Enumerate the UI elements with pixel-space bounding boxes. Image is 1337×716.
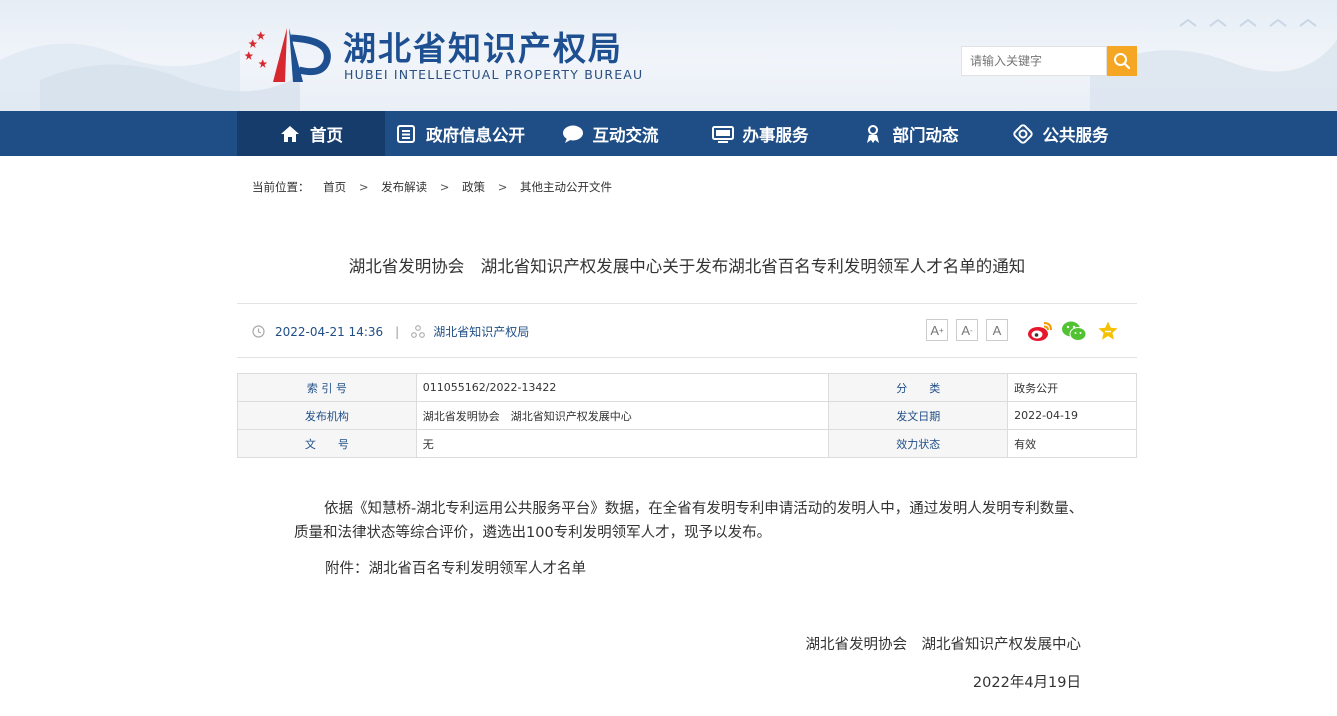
article-body: 依据《知慧桥-湖北专利运用公共服务平台》数据，在全省有发明专利申请活动的发明人中… xyxy=(294,501,1084,541)
nav-item-label: 首页 xyxy=(310,125,343,145)
monitor-icon xyxy=(711,123,734,145)
info-value: 湖北省发明协会 湖北省知识产权发展中心 xyxy=(415,401,830,430)
info-label: 文 号 xyxy=(237,429,417,458)
nav-item-interaction[interactable]: 互动交流 xyxy=(545,111,675,156)
nav-item-label: 办事服务 xyxy=(742,125,809,145)
signature-date: 2022年4月19日 xyxy=(972,675,1081,691)
attachment-link[interactable]: 附件：湖北省百名专利发明领军人才名单 xyxy=(325,557,586,578)
signature-organization: 湖北省发明协会 湖北省知识产权发展中心 xyxy=(805,637,1082,653)
nav-item-public-services[interactable]: 公共服务 xyxy=(995,111,1125,156)
favorite-button[interactable] xyxy=(1095,318,1121,344)
nav-item-dept-news[interactable]: 部门动态 xyxy=(845,111,975,156)
search-icon xyxy=(1114,53,1131,70)
breadcrumb-prefix: 当前位置： xyxy=(252,180,310,194)
wechat-icon xyxy=(1062,321,1087,341)
info-label: 发布机构 xyxy=(237,401,417,430)
nav-item-services[interactable]: 办事服务 xyxy=(695,111,825,156)
table-row: 文 号 无 效力状态 有效 xyxy=(237,429,1137,458)
article-meta: 2022-04-21 14:36 | 湖北省知识产权局 xyxy=(252,323,529,340)
info-value: 2022-04-19 xyxy=(1007,401,1137,430)
info-value: 有效 xyxy=(1007,429,1137,458)
font-size-default-button[interactable]: A xyxy=(986,319,1008,341)
table-row: 发布机构 湖北省发明协会 湖北省知识产权发展中心 发文日期 2022-04-19 xyxy=(237,401,1137,430)
table-row: 索 引 号 011055162/2022-13422 分 类 政务公开 xyxy=(237,373,1137,402)
nav-item-label: 部门动态 xyxy=(892,125,959,145)
info-value: 政务公开 xyxy=(1007,373,1137,402)
publish-datetime: 2022-04-21 14:36 xyxy=(275,324,384,339)
info-value: 无 xyxy=(415,429,830,458)
document-info-table: 索 引 号 011055162/2022-13422 分 类 政务公开 发布机构… xyxy=(237,373,1137,458)
breadcrumb-separator: > xyxy=(439,180,450,194)
nav-item-label: 互动交流 xyxy=(592,125,659,145)
site-subtitle: HUBEI INTELLECTUAL PROPERTY BUREAU xyxy=(344,67,644,82)
favorite-star-icon xyxy=(1098,321,1118,340)
breadcrumb-item-policy[interactable]: 政策 xyxy=(462,180,485,194)
meta-divider: | xyxy=(395,324,400,339)
chat-bubble-icon xyxy=(562,123,584,145)
article-source: 湖北省知识产权局 xyxy=(433,325,530,339)
clock-icon xyxy=(252,325,265,338)
weibo-icon xyxy=(1028,322,1052,341)
article-title: 湖北省发明协会 湖北省知识产权发展中心关于发布湖北省百名专利发明领军人才名单的通… xyxy=(348,257,1026,276)
search-button[interactable] xyxy=(1107,46,1137,76)
info-value: 011055162/2022-13422 xyxy=(415,373,830,402)
nav-item-label: 公共服务 xyxy=(1042,125,1109,145)
nav-item-home[interactable]: 首页 xyxy=(237,111,385,156)
info-label: 效力状态 xyxy=(828,429,1009,458)
breadcrumb-item-other-docs[interactable]: 其他主动公开文件 xyxy=(520,180,612,194)
breadcrumb-item-home[interactable]: 首页 xyxy=(323,180,346,194)
source-icon xyxy=(411,325,426,338)
divider xyxy=(237,357,1137,358)
share-weibo-button[interactable] xyxy=(1027,318,1053,344)
compass-icon xyxy=(1012,123,1034,145)
font-size-decrease-button[interactable]: A- xyxy=(956,319,978,341)
share-wechat-button[interactable] xyxy=(1061,318,1087,344)
nav-item-gov-info[interactable]: 政府信息公开 xyxy=(385,111,535,156)
bureau-logo-icon xyxy=(244,28,331,82)
breadcrumb-separator: > xyxy=(358,180,369,194)
breadcrumb-item-release[interactable]: 发布解读 xyxy=(381,180,427,194)
site-title: 湖北省知识产权局 xyxy=(343,29,623,68)
nav-item-label: 政府信息公开 xyxy=(426,125,525,145)
info-label: 分 类 xyxy=(828,373,1009,402)
search-input[interactable] xyxy=(961,46,1107,76)
breadcrumb: 当前位置： 首页 > 发布解读 > 政策 > 其他主动公开文件 xyxy=(252,179,612,195)
person-badge-icon xyxy=(862,123,884,145)
breadcrumb-separator: > xyxy=(497,180,508,194)
header-banner: 湖北省知识产权局 HUBEI INTELLECTUAL PROPERTY BUR… xyxy=(0,0,1337,111)
font-size-increase-button[interactable]: A + xyxy=(926,319,948,341)
document-list-icon xyxy=(395,123,417,145)
home-icon xyxy=(279,123,301,145)
info-label: 索 引 号 xyxy=(237,373,417,402)
info-label: 发文日期 xyxy=(828,401,1009,430)
divider xyxy=(237,303,1137,304)
main-nav: 首页 政府信息公开 互动交流 办事服务 部门动态 公共服务 xyxy=(0,111,1337,156)
